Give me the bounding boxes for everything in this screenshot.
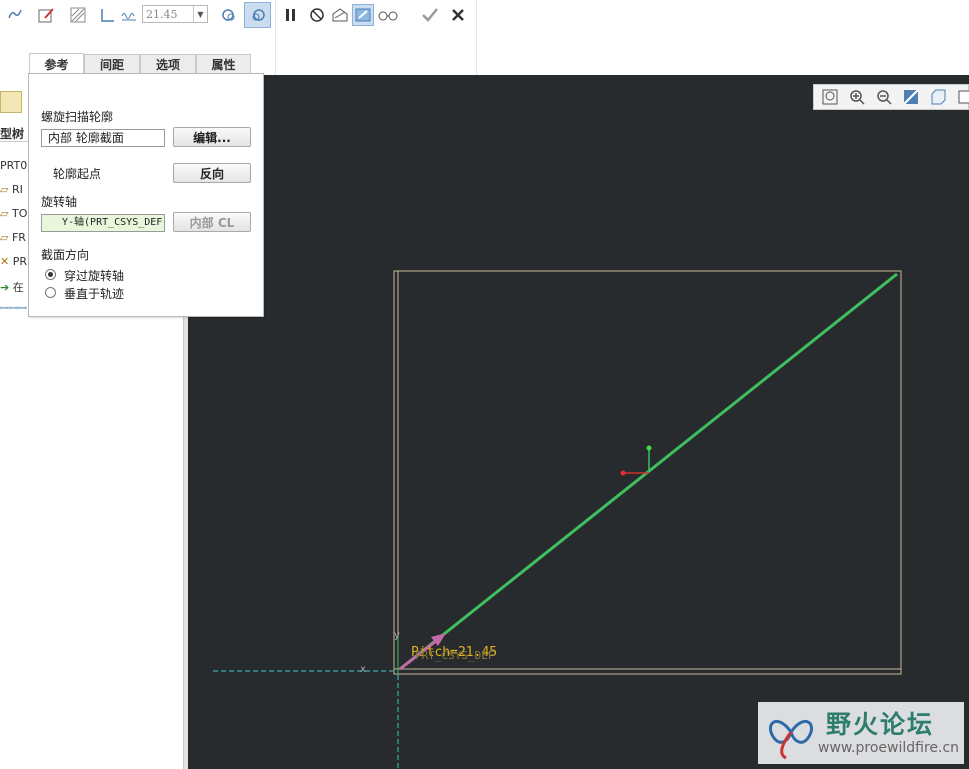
preview-icon[interactable] bbox=[329, 4, 351, 26]
insert-here-arrow-icon: ➔ bbox=[0, 281, 13, 294]
tab-options[interactable]: 选项 bbox=[140, 54, 196, 74]
pitch-input[interactable]: 21.45 ▼ bbox=[142, 5, 208, 23]
watermark: 野火论坛 www.proewildfire.cn bbox=[758, 702, 964, 764]
internal-cl-button[interactable]: 内部 CL bbox=[173, 212, 251, 232]
tree-item-label: RI bbox=[11, 183, 23, 196]
tab-label: 选项 bbox=[155, 58, 180, 72]
verify-icon[interactable] bbox=[352, 4, 374, 26]
datum-plane-icon: ▱ bbox=[0, 207, 12, 220]
ribbon-separator bbox=[275, 0, 276, 75]
tab-spacing[interactable]: 间距 bbox=[84, 54, 140, 74]
csys-icon: ✕ bbox=[0, 255, 13, 268]
feature-dashboard: 21.45 ▼ 参考 间距 选项 属性 bbox=[0, 0, 969, 75]
zoom-in-icon[interactable] bbox=[847, 88, 867, 106]
sweep-icon[interactable] bbox=[4, 4, 26, 26]
references-panel: 螺旋扫描轮廓 内部 轮廓截面 编辑... 轮廓起点 反向 旋转轴 Y-轴(PRT… bbox=[28, 73, 264, 317]
tab-label: 属性 bbox=[211, 58, 236, 72]
tree-item-label: PR bbox=[12, 255, 27, 268]
section-orientation-label: 截面方向 bbox=[41, 248, 90, 262]
tab-label: 间距 bbox=[99, 58, 124, 72]
surface-icon[interactable] bbox=[67, 4, 89, 26]
tree-item[interactable]: ▱ TO bbox=[0, 207, 27, 220]
profile-collector[interactable]: 内部 轮廓截面 bbox=[41, 129, 165, 147]
view-toolbar bbox=[813, 84, 969, 110]
start-point-dot bbox=[646, 445, 652, 451]
tab-references[interactable]: 参考 bbox=[29, 53, 84, 75]
datum-plane-icon: ▱ bbox=[0, 231, 12, 244]
tab-label: 参考 bbox=[44, 58, 69, 72]
pitch-value: 21.45 bbox=[146, 8, 178, 21]
flip-button[interactable]: 反向 bbox=[173, 163, 251, 183]
radio-through-axis[interactable] bbox=[45, 269, 56, 280]
pause-icon[interactable] bbox=[280, 4, 302, 26]
tree-item[interactable]: ▱ RI bbox=[0, 183, 23, 196]
folder-icon[interactable] bbox=[0, 91, 22, 113]
axis-label: 旋转轴 bbox=[41, 195, 78, 209]
edit-button[interactable]: 编辑... bbox=[173, 127, 251, 147]
zoom-out-icon[interactable] bbox=[874, 88, 894, 106]
tab-properties[interactable]: 属性 bbox=[196, 54, 251, 74]
display-style-icon[interactable] bbox=[928, 88, 948, 106]
dropdown-icon[interactable]: ▼ bbox=[193, 6, 207, 22]
profile-label: 螺旋扫描轮廓 bbox=[41, 110, 114, 124]
tree-item[interactable]: ▱ FR bbox=[0, 231, 26, 244]
repaint-icon[interactable] bbox=[901, 88, 921, 106]
watermark-url: www.proewildfire.cn bbox=[818, 740, 960, 756]
tree-item[interactable]: ➔ 在 bbox=[0, 279, 24, 295]
cancel-icon[interactable] bbox=[447, 4, 469, 26]
tree-item-label: 在 bbox=[12, 281, 24, 294]
radio-normal-to-trajectory-label[interactable]: 垂直于轨迹 bbox=[64, 285, 124, 302]
sketch-icon[interactable] bbox=[35, 4, 57, 26]
watermark-title: 野火论坛 bbox=[826, 710, 935, 739]
forum-logo-icon bbox=[768, 719, 814, 760]
csys-label: PRT_CSYS_DEF bbox=[415, 649, 495, 662]
saved-views-icon[interactable] bbox=[954, 88, 969, 106]
tree-tab[interactable]: 型树 bbox=[0, 125, 24, 142]
no-preview-icon[interactable] bbox=[306, 4, 328, 26]
start-point-dot-red bbox=[620, 470, 626, 476]
right-hand-icon[interactable] bbox=[244, 2, 271, 28]
divider bbox=[0, 141, 28, 142]
x-axis-label: x bbox=[360, 664, 366, 675]
y-axis-label: y bbox=[394, 630, 400, 641]
viewport-canvas bbox=[213, 270, 902, 769]
radio-normal-to-trajectory[interactable] bbox=[45, 287, 56, 298]
ok-icon[interactable] bbox=[419, 4, 441, 26]
tree-item[interactable]: ✕ PR bbox=[0, 255, 27, 268]
radio-through-axis-label[interactable]: 穿过旋转轴 bbox=[64, 267, 124, 284]
start-point-label: 轮廓起点 bbox=[53, 167, 102, 181]
helix-icon bbox=[118, 4, 140, 26]
ribbon-separator bbox=[476, 0, 477, 75]
datum-plane-icon: ▱ bbox=[0, 183, 12, 196]
tree-item-label: TO bbox=[11, 207, 28, 220]
glasses-icon[interactable] bbox=[377, 4, 399, 26]
left-hand-icon[interactable] bbox=[218, 4, 240, 26]
graphics-window[interactable]: Pitch=21.45 PRT_CSYS_DEF x y bbox=[188, 75, 969, 769]
refit-icon[interactable] bbox=[820, 88, 840, 106]
axis-collector[interactable]: Y-轴(PRT_CSYS_DEF bbox=[41, 214, 165, 232]
solid-icon[interactable] bbox=[97, 4, 119, 26]
tree-item-label: FR bbox=[11, 231, 26, 244]
